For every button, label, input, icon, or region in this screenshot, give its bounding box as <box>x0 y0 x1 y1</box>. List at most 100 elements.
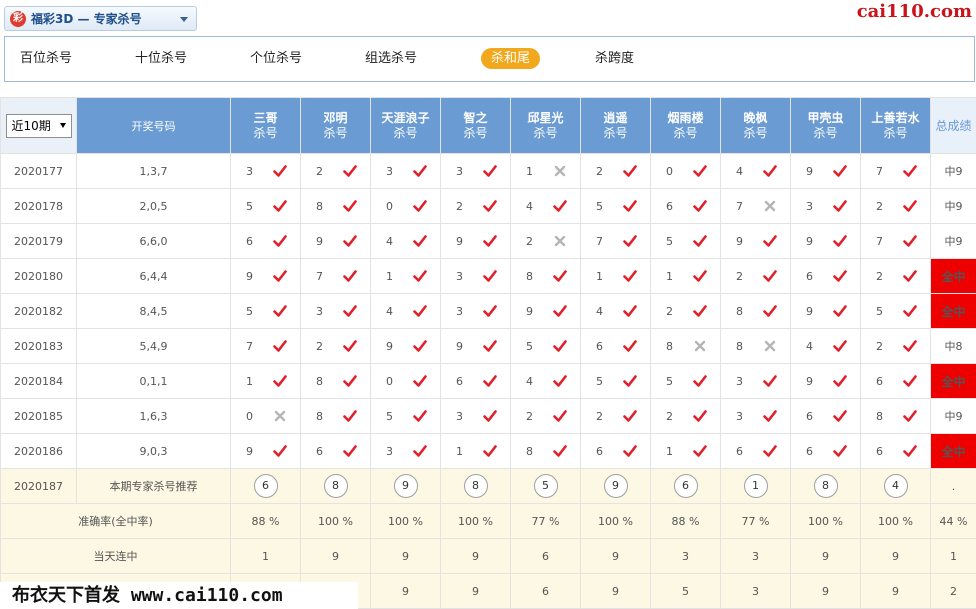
period-cell: 2020179 <box>0 223 77 259</box>
kill-number: 2 <box>666 304 673 318</box>
stat-value: 100 % <box>300 503 371 539</box>
check-icon <box>342 410 357 422</box>
kill-type-tabs: 百位杀号 十位杀号 个位杀号 组选杀号 杀和尾 杀跨度 <box>4 36 975 82</box>
kill-pick-cell: 8 <box>300 398 371 434</box>
kill-number: 6 <box>666 199 673 213</box>
kill-pick-cell: 8 <box>720 293 791 329</box>
kill-pick: 1 <box>512 164 580 178</box>
site-brand-logo[interactable]: cai110.com <box>857 1 972 22</box>
kill-pick-cell: 3 <box>370 153 441 189</box>
kill-pick: 8 <box>302 374 370 388</box>
expert-header[interactable]: 邱星光 杀号 <box>510 97 581 154</box>
tab-sum-tail-kill[interactable]: 杀和尾 <box>481 48 541 69</box>
kill-number: 9 <box>316 234 323 248</box>
stat-value: 88 % <box>230 503 301 539</box>
kill-number: 3 <box>246 164 253 178</box>
expert-header[interactable]: 天涯浪子 杀号 <box>370 97 441 154</box>
kill-number: 8 <box>736 304 743 318</box>
check-icon <box>692 165 707 177</box>
check-icon <box>342 305 357 317</box>
kill-number: 5 <box>596 199 603 213</box>
expert-name: 甲壳虫 <box>807 110 844 125</box>
kill-pick-cell: 1 <box>650 258 721 294</box>
kill-number: 1 <box>456 444 463 458</box>
kill-pick: 2 <box>862 339 930 353</box>
stat-value: 100 % <box>860 503 931 539</box>
recommend-number-badge: 1 <box>743 474 768 498</box>
kill-pick: 1 <box>442 444 510 458</box>
kill-pick-cell: 7 <box>300 258 371 294</box>
expert-name: 智之 <box>463 110 488 125</box>
kill-pick-cell: 6 <box>720 433 791 469</box>
expert-subtitle: 杀号 <box>883 125 908 140</box>
kill-pick-cell: 3 <box>720 363 791 399</box>
expert-header[interactable]: 晚枫 杀号 <box>720 97 791 154</box>
kill-pick: 8 <box>862 409 930 423</box>
kill-number: 9 <box>806 304 813 318</box>
kill-number: 1 <box>246 374 253 388</box>
stat-value: 100 % <box>580 503 651 539</box>
expert-header[interactable]: 三哥 杀号 <box>230 97 301 154</box>
kill-number: 6 <box>596 444 603 458</box>
kill-number: 7 <box>596 234 603 248</box>
kill-number: 2 <box>316 339 323 353</box>
expert-header[interactable]: 逍遥 杀号 <box>580 97 651 154</box>
kill-number: 3 <box>736 409 743 423</box>
check-icon <box>342 375 357 387</box>
tab-units-kill[interactable]: 个位杀号 <box>250 48 302 69</box>
game-select-dropdown[interactable]: 彩 福彩3D — 专家杀号 <box>4 6 197 31</box>
kill-pick: 8 <box>652 339 720 353</box>
recommend-cell: 4 <box>860 468 931 504</box>
kill-number: 4 <box>526 199 533 213</box>
kill-pick-cell: 6 <box>580 328 651 364</box>
kill-pick: 4 <box>582 304 650 318</box>
kill-pick: 5 <box>652 374 720 388</box>
lottery-logo-icon: 彩 <box>10 10 26 27</box>
kill-pick: 1 <box>582 269 650 283</box>
stat-value: 9 <box>370 573 441 609</box>
expert-header[interactable]: 智之 杀号 <box>440 97 511 154</box>
recommend-cell: 8 <box>790 468 861 504</box>
result-cell: 中8 <box>930 328 976 364</box>
expert-header[interactable]: 烟雨楼 杀号 <box>650 97 721 154</box>
tab-hundreds-kill[interactable]: 百位杀号 <box>20 48 72 69</box>
kill-pick-cell: 7 <box>580 223 651 259</box>
check-icon <box>692 375 707 387</box>
tab-group-kill[interactable]: 组选杀号 <box>365 48 417 69</box>
kill-number: 6 <box>876 374 883 388</box>
check-icon <box>552 305 567 317</box>
kill-pick: 2 <box>302 339 370 353</box>
check-icon <box>412 340 427 352</box>
kill-number: 1 <box>666 269 673 283</box>
kill-number: 4 <box>806 339 813 353</box>
kill-pick: 7 <box>862 164 930 178</box>
kill-pick-cell: 5 <box>230 293 301 329</box>
check-icon <box>412 445 427 457</box>
check-icon <box>902 305 917 317</box>
kill-pick: 1 <box>232 374 300 388</box>
period-range-select[interactable]: 近10期 <box>5 113 72 138</box>
expert-header[interactable]: 甲壳虫 杀号 <box>790 97 861 154</box>
stat-value: 9 <box>300 538 371 574</box>
tab-tens-kill[interactable]: 十位杀号 <box>135 48 187 69</box>
period-cell: 2020183 <box>0 328 77 364</box>
draw-number-cell: 8,4,5 <box>76 293 231 329</box>
kill-pick-cell: 8 <box>510 258 581 294</box>
kill-pick-cell: 2 <box>510 223 581 259</box>
kill-number: 8 <box>666 339 673 353</box>
kill-pick-cell: 9 <box>230 433 301 469</box>
expert-header[interactable]: 上善若水 杀号 <box>860 97 931 154</box>
kill-pick: 9 <box>442 339 510 353</box>
kill-pick: 1 <box>652 269 720 283</box>
check-icon <box>482 340 497 352</box>
check-icon <box>272 375 287 387</box>
expert-header[interactable]: 邓明 杀号 <box>300 97 371 154</box>
kill-number: 5 <box>666 234 673 248</box>
check-icon <box>412 375 427 387</box>
tab-span-kill[interactable]: 杀跨度 <box>595 48 634 69</box>
kill-number: 2 <box>526 409 533 423</box>
stat-total: 44 % <box>930 503 976 539</box>
stat-value: 77 % <box>510 503 581 539</box>
check-icon <box>412 235 427 247</box>
stat-value: 9 <box>580 573 651 609</box>
